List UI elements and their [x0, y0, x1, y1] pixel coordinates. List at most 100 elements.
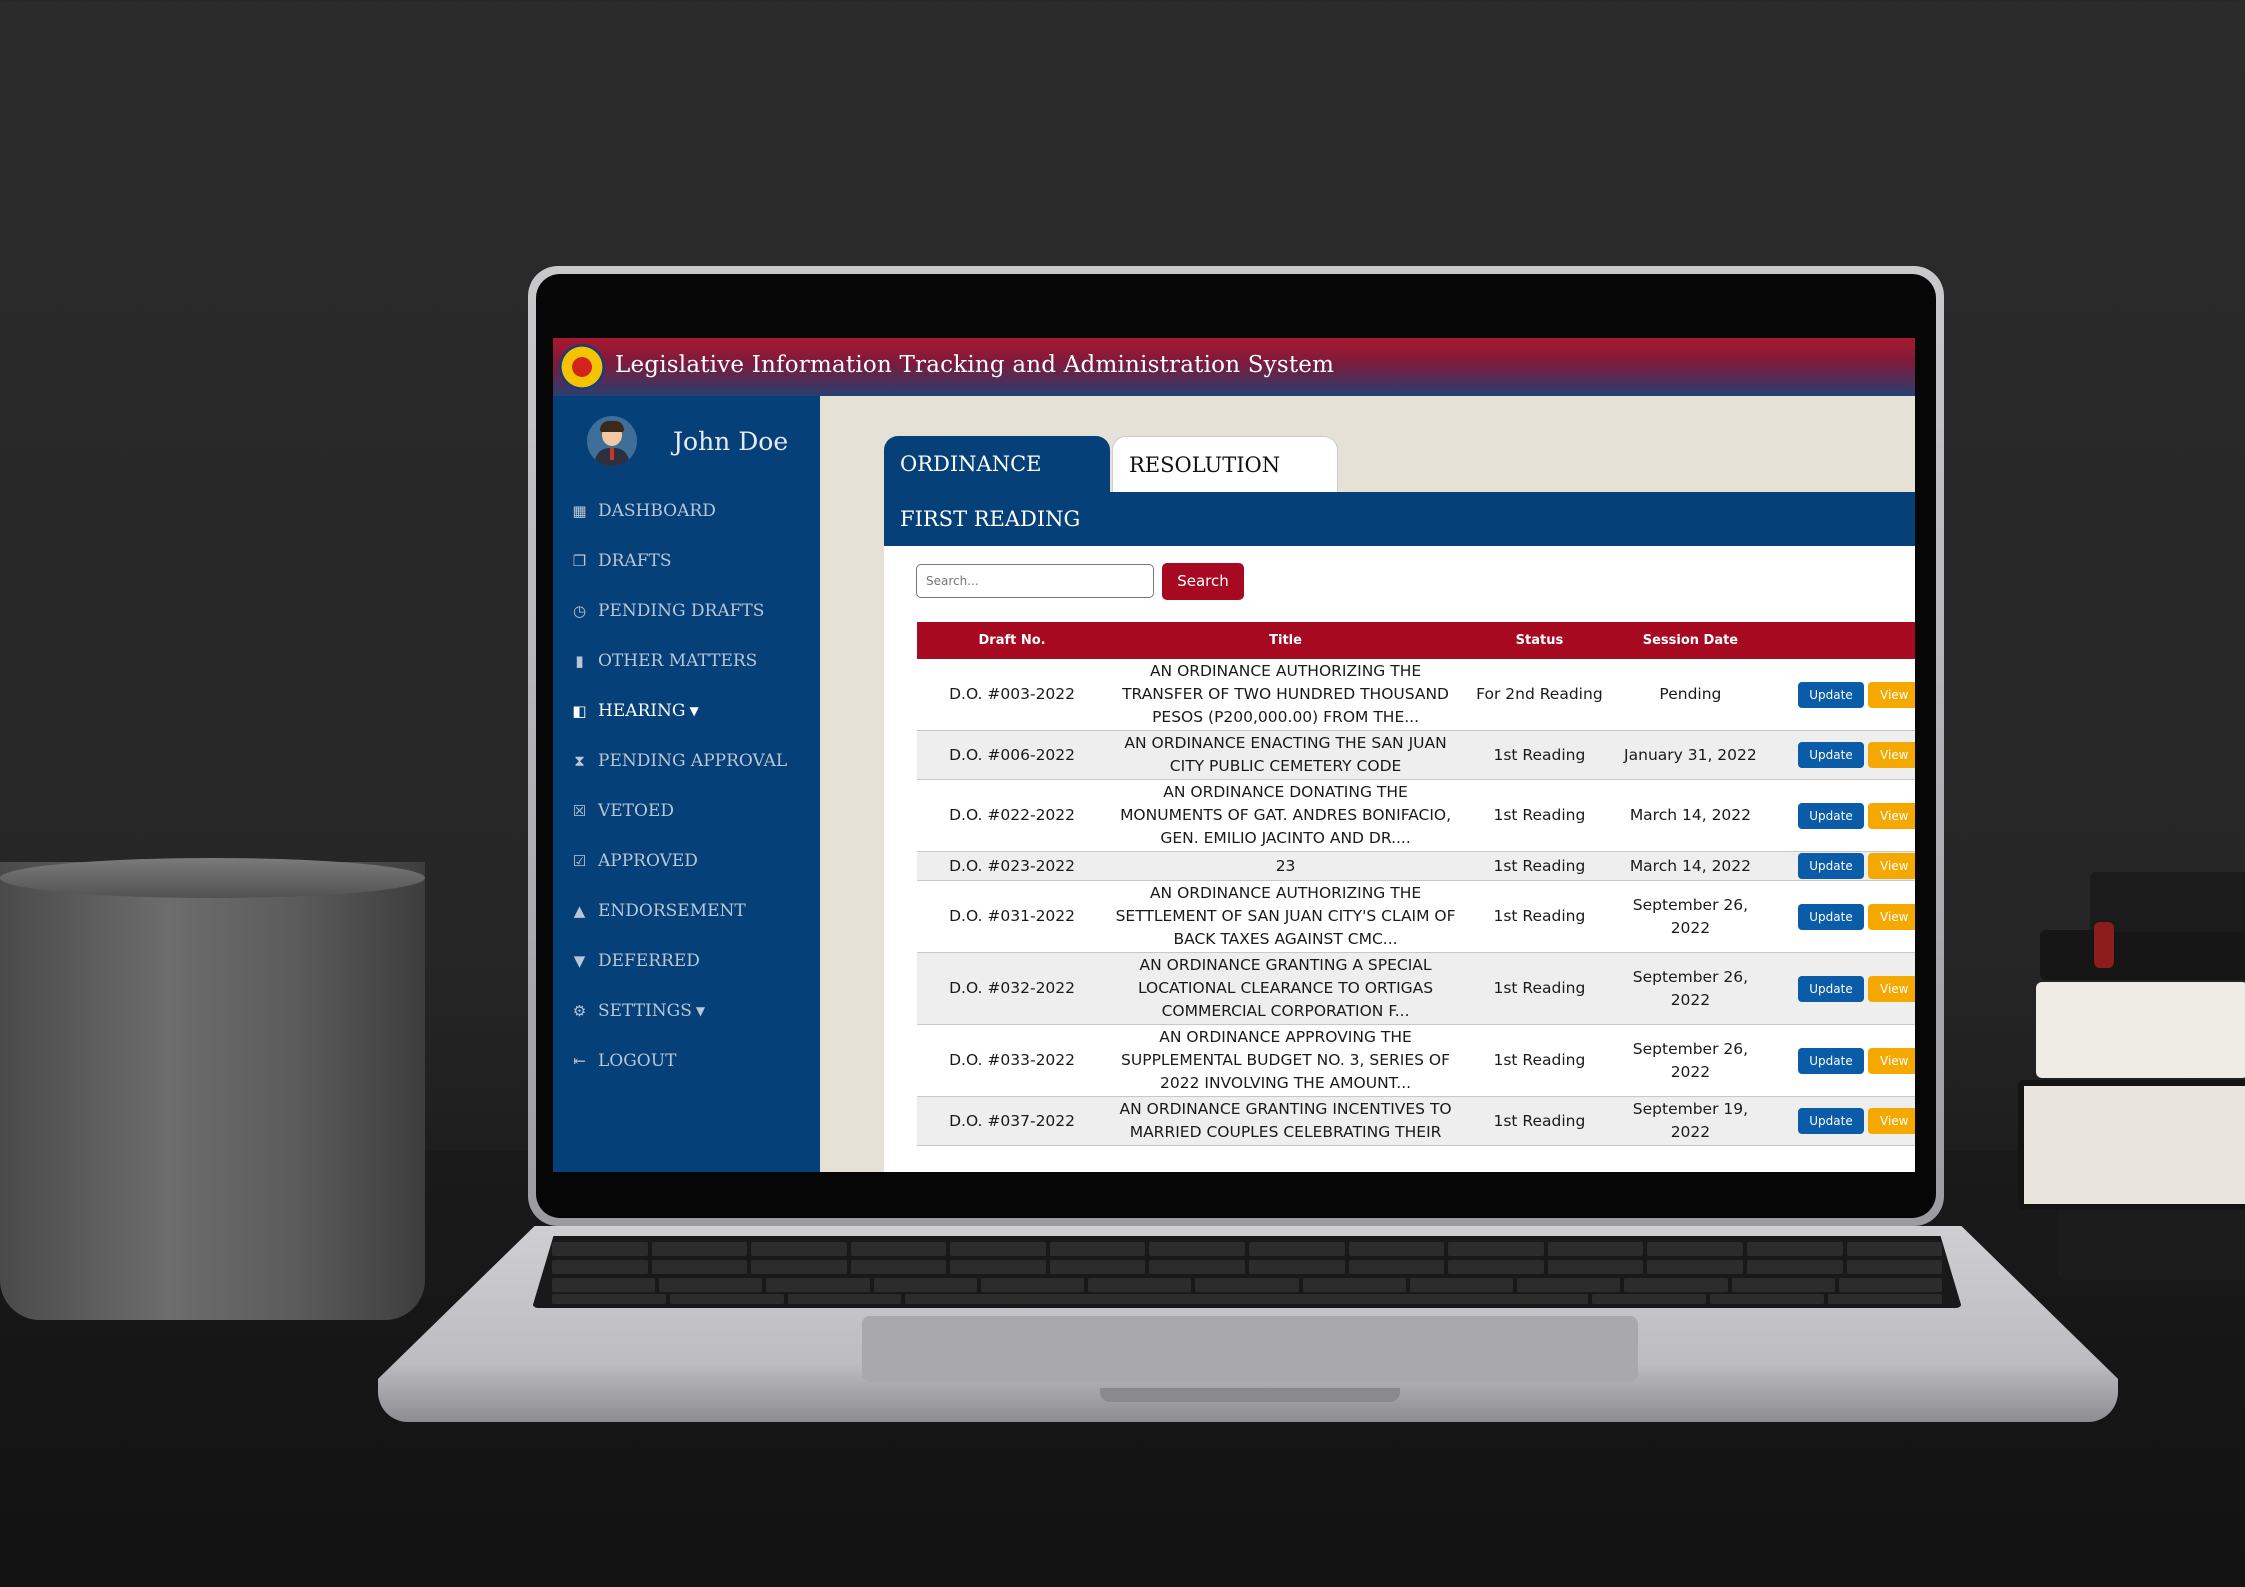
app-header: Legislative Information Tracking and Adm…	[553, 338, 1915, 396]
search-button[interactable]: Search	[1162, 563, 1244, 600]
title-line: CITY PUBLIC CEMETERY CODE	[1169, 757, 1402, 775]
cell-session-date: March 14, 2022	[1614, 779, 1766, 852]
view-button[interactable]: View	[1868, 853, 1915, 879]
cell-actions: Update View	[1766, 880, 1915, 953]
thumbs-down-icon: ▼	[573, 951, 586, 970]
status-text: 1st Reading	[1493, 907, 1586, 925]
column-header-status[interactable]: Status	[1464, 622, 1615, 659]
title-line: 2022 INVOLVING THE AMOUNT...	[1160, 1074, 1412, 1092]
cell-session-date: September 19, 2022	[1614, 1096, 1766, 1146]
user-profile[interactable]: John Doe	[587, 416, 788, 466]
table-row[interactable]: D.O. #037-2022 AN ORDINANCE GRANTING INCE…	[917, 1096, 1915, 1146]
cell-actions: Update View	[1766, 659, 1915, 731]
cell-title: AN ORDINANCE APPROVING THE SUPPLEMENTAL B…	[1107, 1024, 1464, 1097]
drafts-table: Draft No. Title Status Session Date D.O.…	[917, 622, 1915, 1146]
view-button[interactable]: View	[1868, 742, 1915, 768]
cell-draft-no: D.O. #003-2022	[917, 659, 1108, 731]
city-seal-logo	[559, 344, 605, 390]
column-header-actions	[1766, 622, 1915, 659]
title-line: PESOS (P200,000.00) FROM THE...	[1152, 708, 1420, 726]
table-row[interactable]: D.O. #023-2022 23 1st Reading March 14, 202…	[917, 851, 1915, 881]
update-button[interactable]: Update	[1798, 1047, 1864, 1074]
sidebar-item-pending-approval[interactable]: ⧗ PENDING APPROVAL	[571, 736, 787, 786]
view-button[interactable]: View	[1868, 681, 1915, 708]
sidebar-item-hearing[interactable]: ◧ HEARING ▼	[571, 686, 787, 736]
column-header-session-date[interactable]: Session Date	[1615, 622, 1766, 659]
sidebar-item-label: DASHBOARD	[598, 501, 716, 521]
cell-draft-no: D.O. #033-2022	[917, 1024, 1108, 1097]
table-row[interactable]: D.O. #003-2022 AN ORDINANCE AUTHORIZING T…	[917, 659, 1915, 731]
book	[2090, 872, 2245, 932]
table-row[interactable]: D.O. #022-2022 AN ORDINANCE DONATING THE M…	[917, 779, 1915, 852]
column-header-draft-no[interactable]: Draft No.	[917, 622, 1107, 659]
update-button[interactable]: Update	[1798, 1108, 1864, 1134]
session-date-line: 2022	[1670, 918, 1711, 937]
draft-no-text: D.O. #022-2022	[949, 806, 1076, 824]
tab-ordinance[interactable]: ORDINANCE	[884, 436, 1110, 492]
book	[2040, 930, 2245, 980]
view-button[interactable]: View	[1868, 1047, 1915, 1074]
cell-title: AN ORDINANCE AUTHORIZING THE TRANSFER OF …	[1107, 659, 1464, 731]
session-date-line: 2022	[1670, 1062, 1711, 1081]
table-header-row: Draft No. Title Status Session Date	[917, 622, 1915, 659]
cell-status: For 2nd Reading	[1463, 659, 1615, 731]
status-text: 1st Reading	[1493, 1111, 1586, 1130]
book	[2018, 1080, 2245, 1210]
title-line: SUPPLEMENTAL BUDGET NO. 3, SERIES OF	[1121, 1051, 1451, 1069]
session-date-line: September 26,	[1632, 1039, 1749, 1058]
column-header-title[interactable]: Title	[1107, 622, 1464, 659]
table-row[interactable]: D.O. #033-2022 AN ORDINANCE APPROVING THE…	[917, 1024, 1915, 1097]
update-button[interactable]: Update	[1798, 802, 1864, 829]
sidebar-item-pending-drafts[interactable]: ◷ PENDING DRAFTS	[571, 586, 787, 636]
draft-no-text: D.O. #037-2022	[949, 1111, 1076, 1130]
sidebar-item-logout[interactable]: ⇤ LOGOUT	[571, 1036, 787, 1086]
table-row[interactable]: D.O. #031-2022 AN ORDINANCE AUTHORIZING T…	[917, 880, 1915, 953]
tab-resolution[interactable]: RESOLUTION	[1112, 436, 1338, 492]
title-line: SETTLEMENT OF SAN JUAN CITY'S CLAIM OF	[1115, 907, 1456, 925]
cell-actions: Update View	[1766, 851, 1915, 881]
sidebar-item-label: OTHER MATTERS	[598, 651, 758, 671]
sidebar-item-endorsement[interactable]: ▲ ENDORSEMENT	[571, 886, 787, 936]
copy-icon: ❐	[572, 551, 587, 570]
sidebar-item-drafts[interactable]: ❐ DRAFTS	[571, 536, 787, 586]
update-button[interactable]: Update	[1798, 975, 1864, 1002]
session-date-line: September 26,	[1632, 967, 1749, 986]
dashboard-icon: ▦	[572, 501, 587, 520]
check-square-icon: ☑	[572, 851, 587, 870]
search-input[interactable]: Search...	[916, 564, 1154, 598]
sidebar-item-approved[interactable]: ☑ APPROVED	[571, 836, 787, 886]
view-button[interactable]: View	[1868, 802, 1915, 829]
cell-status: 1st Reading	[1463, 851, 1615, 881]
mug-rim	[0, 858, 425, 898]
sidebar-item-deferred[interactable]: ▼ DEFERRED	[571, 936, 787, 986]
table-row[interactable]: D.O. #032-2022 AN ORDINANCE GRANTING A SP…	[917, 952, 1915, 1025]
session-date-line: March 14, 2022	[1629, 856, 1752, 875]
cell-status: 1st Reading	[1463, 952, 1615, 1025]
view-button[interactable]: View	[1868, 1108, 1915, 1134]
title-line: GEN. EMILIO JACINTO AND DR....	[1160, 829, 1411, 847]
title-line: AN ORDINANCE AUTHORIZING THE	[1149, 662, 1422, 680]
sidebar-item-vetoed[interactable]: ☒ VETOED	[571, 786, 787, 836]
sidebar-item-other-matters[interactable]: ▮ OTHER MATTERS	[571, 636, 787, 686]
sidebar-item-label: ENDORSEMENT	[598, 901, 746, 921]
update-button[interactable]: Update	[1798, 903, 1864, 930]
title-line: AN ORDINANCE APPROVING THE	[1159, 1028, 1412, 1046]
x-square-icon: ☒	[572, 801, 587, 820]
sidebar-item-dashboard[interactable]: ▦ DASHBOARD	[571, 486, 787, 536]
sidebar-item-settings[interactable]: ⚙ SETTINGS ▼	[571, 986, 787, 1036]
sidebar-item-label: DRAFTS	[598, 551, 672, 571]
title-line: AN ORDINANCE AUTHORIZING THE	[1149, 884, 1422, 902]
view-button[interactable]: View	[1868, 975, 1915, 1002]
cell-actions: Update View	[1766, 779, 1915, 852]
view-button[interactable]: View	[1868, 903, 1915, 930]
table-row[interactable]: D.O. #006-2022 AN ORDINANCE ENACTING THE …	[917, 730, 1915, 780]
cell-title: AN ORDINANCE GRANTING INCENTIVES TO MARRI…	[1107, 1096, 1464, 1146]
sidebar-item-label: SETTINGS	[598, 1001, 692, 1021]
update-button[interactable]: Update	[1798, 853, 1864, 879]
update-button[interactable]: Update	[1798, 681, 1864, 708]
cell-draft-no: D.O. #032-2022	[917, 952, 1108, 1025]
title-line: COMMERCIAL CORPORATION F...	[1161, 1002, 1410, 1020]
coffee-mug	[0, 862, 425, 1320]
book-icon: ◧	[572, 701, 587, 720]
update-button[interactable]: Update	[1798, 742, 1864, 768]
